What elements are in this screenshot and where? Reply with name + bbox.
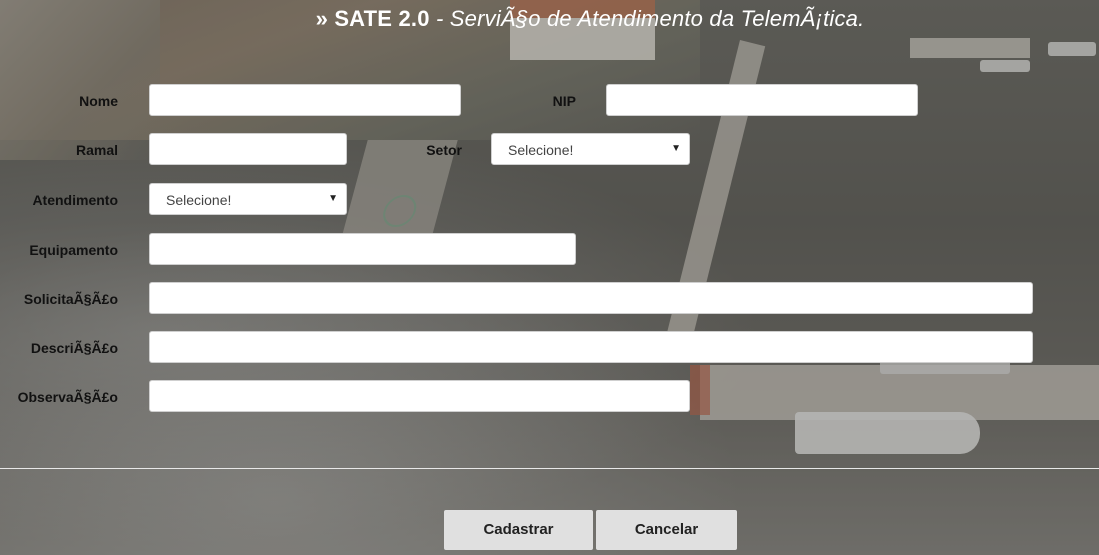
ramal-label: Ramal (75, 142, 118, 158)
page-title: » SATE 2.0 - ServiÃ§o de Atendimento da … (0, 6, 1099, 32)
atendimento-label: Atendimento (32, 192, 118, 208)
solicitacao-input[interactable] (149, 282, 1033, 314)
setor-select[interactable]: Selecione! ▼ (491, 133, 690, 165)
caret-down-icon: ▼ (671, 143, 681, 154)
descricao-label: DescriÃ§Ã£o (30, 340, 118, 356)
observacao-input[interactable] (149, 380, 690, 412)
caret-down-icon: ▼ (328, 193, 338, 204)
equipamento-label: Equipamento (29, 242, 118, 258)
atendimento-select[interactable]: Selecione! ▼ (149, 183, 347, 215)
divider (0, 468, 1099, 469)
cancelar-button[interactable]: Cancelar (596, 510, 737, 550)
observacao-label: ObservaÃ§Ã£o (17, 389, 118, 405)
nip-label: NIP (552, 93, 576, 109)
nip-input[interactable] (606, 84, 918, 116)
double-chevron-icon: » (315, 6, 328, 31)
nome-input[interactable] (149, 84, 461, 116)
equipamento-input[interactable] (149, 233, 576, 265)
app-name: SATE 2.0 (334, 6, 430, 31)
ramal-input[interactable] (149, 133, 347, 165)
app-tagline: - ServiÃ§o de Atendimento da TelemÃ¡tica… (429, 6, 865, 31)
setor-label: Setor (426, 142, 462, 158)
cadastrar-button[interactable]: Cadastrar (444, 510, 593, 550)
descricao-input[interactable] (149, 331, 1033, 363)
nome-label: Nome (79, 93, 118, 109)
solicitacao-label: SolicitaÃ§Ã£o (23, 291, 118, 307)
